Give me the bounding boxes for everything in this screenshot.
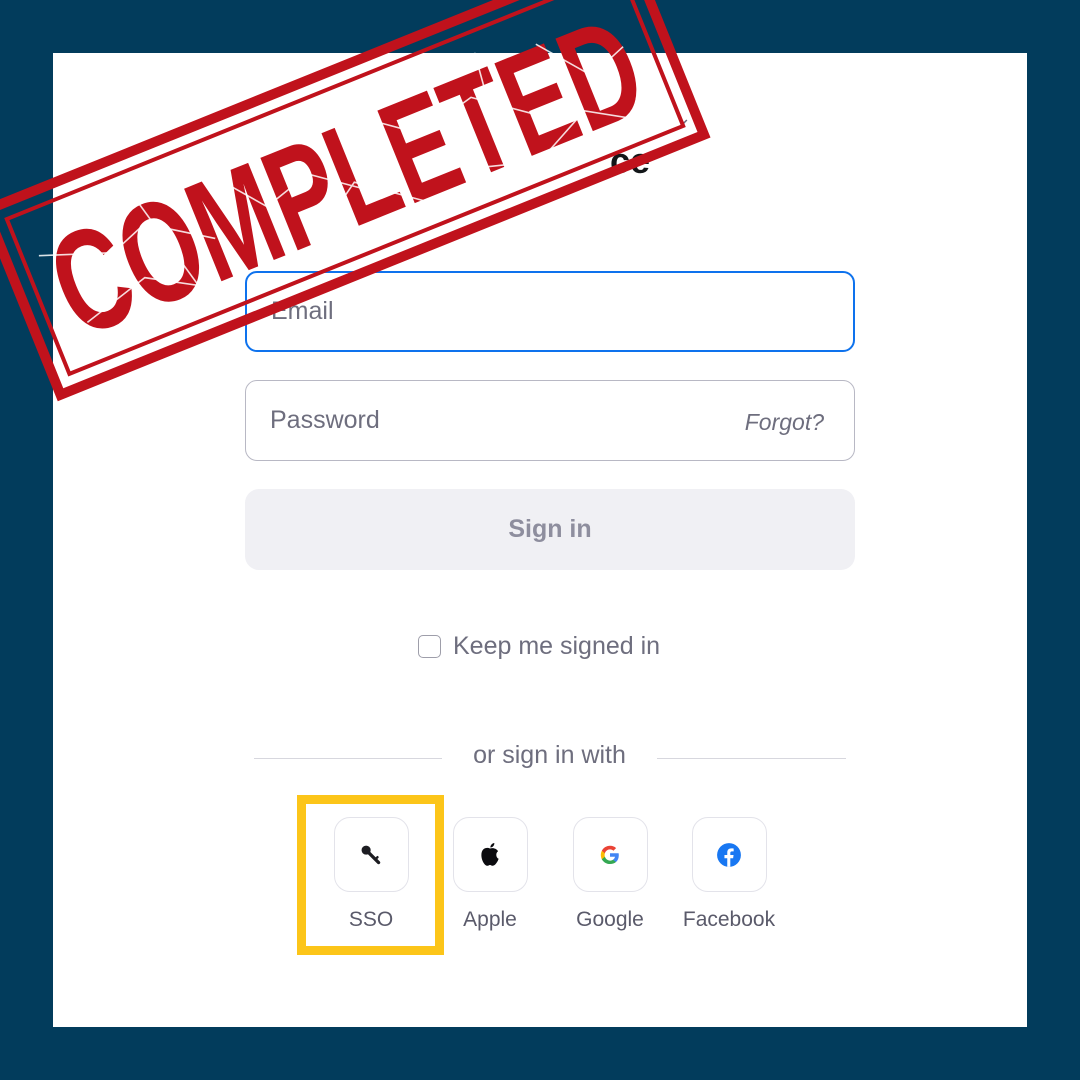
keep-signed-in-row[interactable]: Keep me signed in	[418, 632, 660, 661]
divider-line-right	[657, 758, 846, 759]
keep-signed-in-label: Keep me signed in	[453, 632, 661, 660]
sign-in-button[interactable]: Sign in	[245, 489, 855, 570]
email-input[interactable]	[247, 297, 687, 326]
google-button[interactable]: Google	[560, 817, 660, 932]
forgot-password-link[interactable]: Forgot?	[745, 409, 824, 436]
email-field[interactable]	[245, 271, 855, 352]
apple-label: Apple	[463, 908, 517, 931]
facebook-label: Facebook	[682, 908, 776, 931]
sso-tile[interactable]	[333, 817, 409, 892]
google-label: Google	[576, 908, 644, 931]
facebook-icon	[717, 842, 741, 867]
page-title: ce	[610, 140, 651, 181]
sso-label: SSO	[348, 908, 394, 931]
region-select-chevron-icon[interactable]: ⌄	[676, 108, 691, 129]
apple-button[interactable]: Apple	[440, 817, 540, 932]
divider-label: or sign in with	[473, 741, 626, 769]
google-tile[interactable]	[572, 817, 648, 892]
key-icon	[361, 845, 381, 864]
password-input[interactable]	[246, 406, 686, 435]
facebook-tile[interactable]	[691, 817, 767, 892]
keep-signed-in-checkbox[interactable]	[418, 635, 441, 658]
password-field[interactable]: Forgot?	[245, 380, 855, 461]
facebook-button[interactable]: Facebook	[679, 817, 779, 932]
google-icon	[600, 845, 619, 864]
apple-tile[interactable]	[452, 817, 528, 892]
sso-button[interactable]: SSO	[321, 817, 421, 932]
divider-line-left	[254, 758, 442, 759]
apple-icon	[481, 842, 499, 866]
